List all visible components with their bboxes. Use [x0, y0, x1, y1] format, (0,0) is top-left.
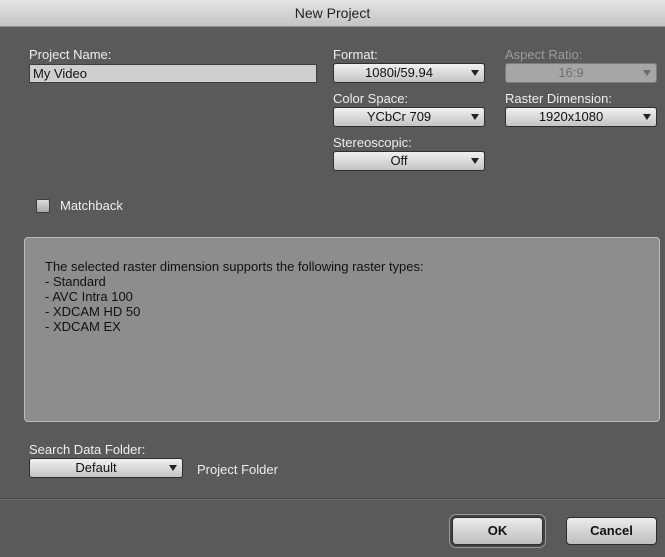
info-line: - XDCAM EX — [45, 319, 121, 334]
color-space-label: Color Space: — [333, 91, 409, 106]
search-data-folder-select[interactable]: Default — [29, 458, 183, 478]
chevron-down-icon — [471, 114, 479, 120]
stereoscopic-select[interactable]: Off — [333, 151, 485, 171]
info-line: The selected raster dimension supports t… — [45, 259, 424, 274]
window-title: New Project — [0, 0, 665, 27]
project-folder-label: Project Folder — [197, 462, 278, 477]
cancel-button[interactable]: Cancel — [566, 517, 657, 545]
info-line: - Standard — [45, 274, 106, 289]
chevron-down-icon — [169, 465, 177, 471]
stereoscopic-label: Stereoscopic: — [333, 135, 412, 150]
raster-info-box: The selected raster dimension supports t… — [24, 237, 660, 422]
aspect-ratio-value: 16:9 — [558, 65, 584, 80]
color-space-select[interactable]: YCbCr 709 — [333, 107, 485, 127]
raster-dimension-value: 1920x1080 — [538, 109, 604, 124]
aspect-ratio-select: 16:9 — [505, 63, 657, 83]
search-data-folder-label: Search Data Folder: — [29, 442, 146, 457]
format-value: 1080i/59.94 — [365, 65, 433, 80]
chevron-down-icon — [471, 70, 479, 76]
matchback-checkbox[interactable] — [36, 199, 50, 213]
format-label: Format: — [333, 47, 378, 62]
info-line: - XDCAM HD 50 — [45, 304, 141, 319]
raster-dimension-select[interactable]: 1920x1080 — [505, 107, 657, 127]
project-name-label: Project Name: — [29, 47, 112, 62]
search-data-folder-value: Default — [75, 460, 117, 475]
color-space-value: YCbCr 709 — [366, 109, 432, 124]
chevron-down-icon — [471, 158, 479, 164]
chevron-down-icon — [643, 114, 651, 120]
format-select[interactable]: 1080i/59.94 — [333, 63, 485, 83]
chevron-down-icon — [643, 70, 651, 76]
new-project-dialog: Project Name: My Video Format: 1080i/59.… — [0, 27, 665, 557]
footer-divider — [0, 499, 665, 500]
project-name-input[interactable]: My Video — [29, 64, 317, 83]
raster-dimension-label: Raster Dimension: — [505, 91, 612, 106]
aspect-ratio-label: Aspect Ratio: — [505, 47, 583, 62]
stereoscopic-value: Off — [390, 153, 408, 168]
ok-button[interactable]: OK — [452, 517, 543, 545]
matchback-label: Matchback — [60, 198, 123, 213]
info-line: - AVC Intra 100 — [45, 289, 133, 304]
